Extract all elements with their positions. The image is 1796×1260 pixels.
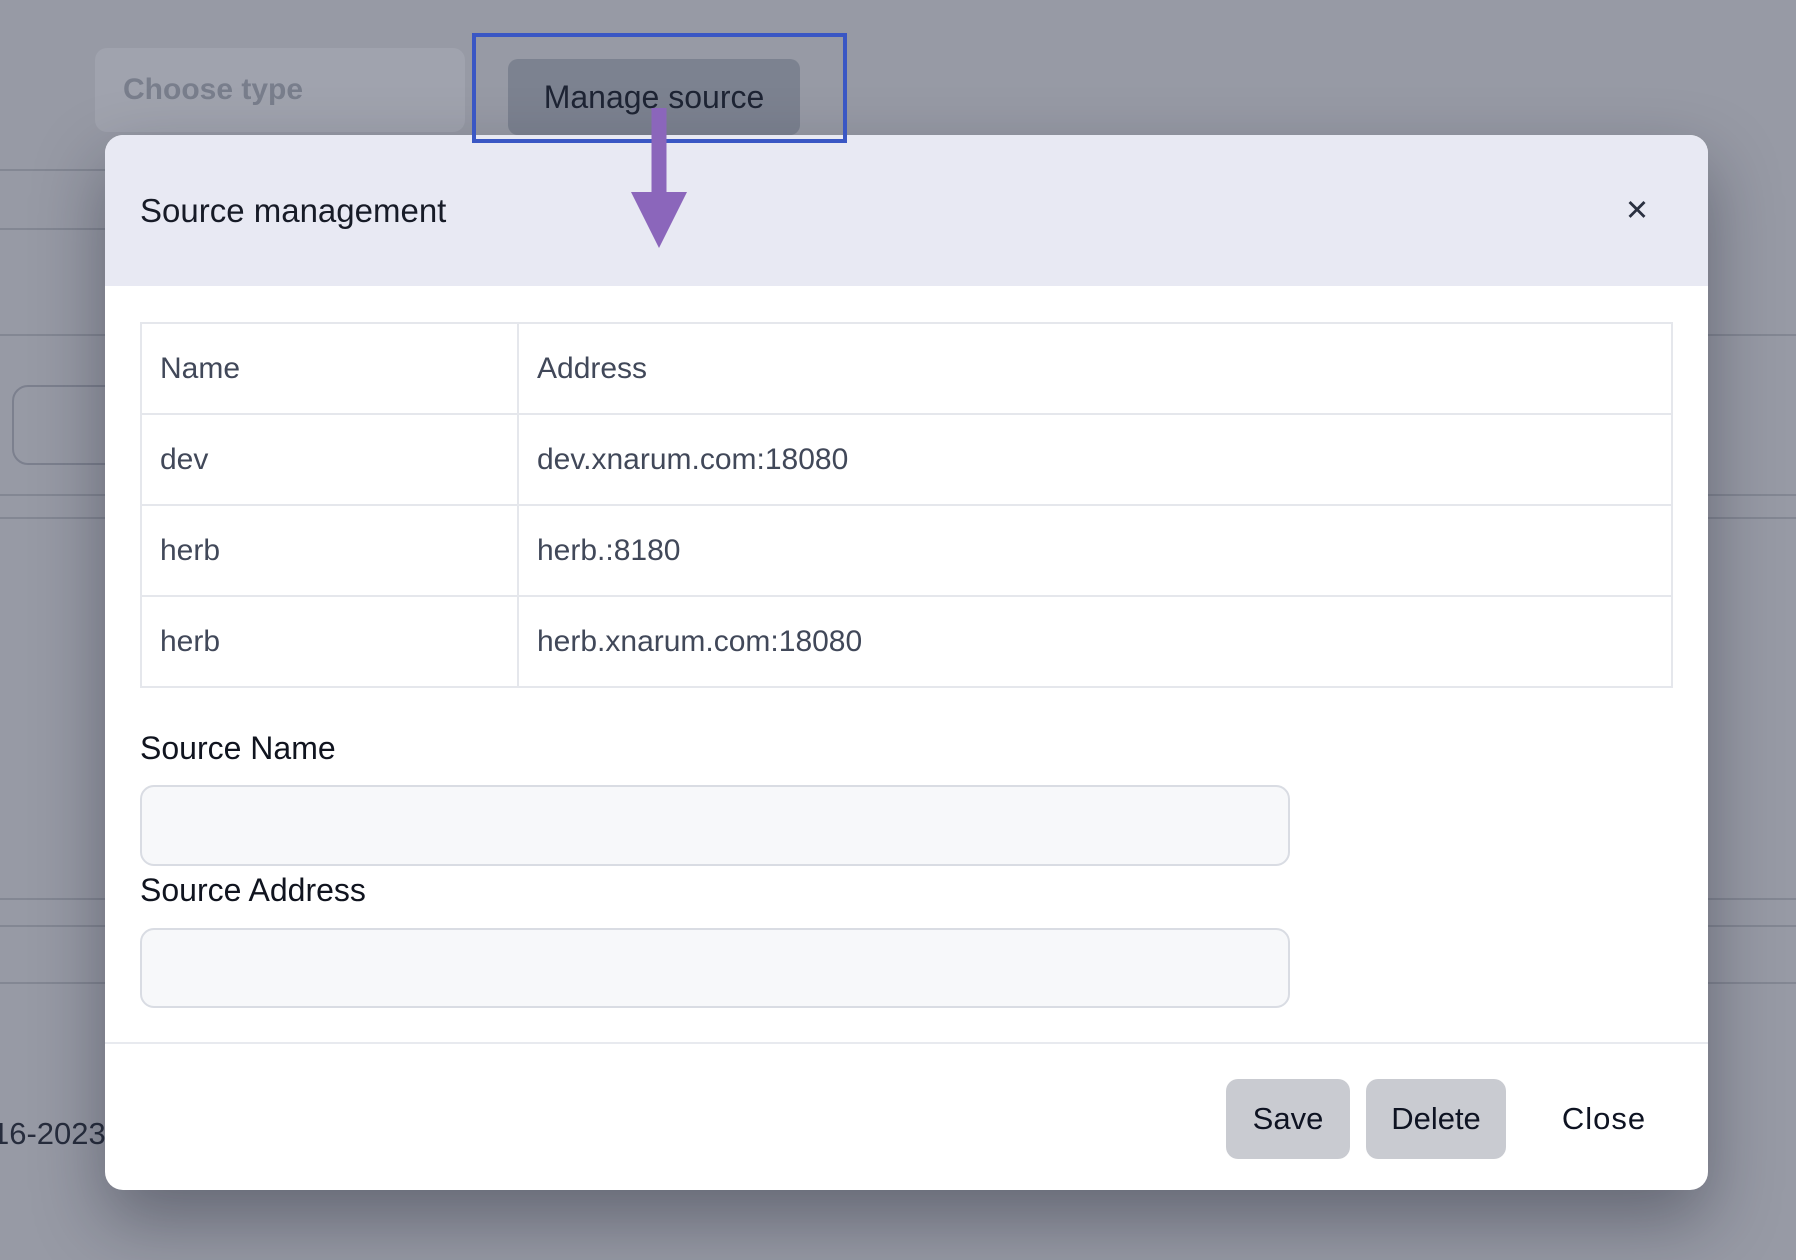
cell-source-name[interactable]: herb [140, 595, 519, 688]
cell-source-address[interactable]: herb.:8180 [517, 504, 1673, 597]
cell-source-address[interactable]: herb.xnarum.com:18080 [517, 595, 1673, 688]
table-row[interactable]: herb herb.:8180 [140, 504, 1673, 597]
close-button-label: Close [1561, 1101, 1647, 1136]
table-header-row: Name Address [140, 322, 1673, 415]
source-address-input[interactable] [140, 928, 1290, 1008]
manage-source-label: Manage source [543, 78, 765, 115]
modal-title: Source management [140, 191, 447, 229]
sources-table: Name Address dev dev.xnarum.com:18080 he… [140, 322, 1673, 688]
source-address-label: Source Address [140, 872, 366, 908]
table-row[interactable]: herb herb.xnarum.com:18080 [140, 595, 1673, 688]
cell-source-name[interactable]: dev [140, 413, 519, 506]
partial-date-text: 16-2023 [0, 1116, 106, 1151]
close-button[interactable]: Close [1545, 1079, 1663, 1159]
delete-button[interactable]: Delete [1366, 1079, 1506, 1159]
modal-header: Source management ✕ [105, 135, 1708, 286]
cell-source-address[interactable]: dev.xnarum.com:18080 [517, 413, 1673, 506]
background-divider [0, 169, 112, 171]
background-divider [0, 228, 112, 230]
cell-source-name[interactable]: herb [140, 504, 519, 597]
column-header-name: Name [140, 322, 519, 415]
save-button-label: Save [1252, 1101, 1324, 1136]
footer-divider [105, 1042, 1708, 1044]
source-name-label: Source Name [140, 730, 336, 766]
close-icon[interactable]: ✕ [1614, 135, 1660, 286]
source-management-modal: Source management ✕ Name Address dev dev… [105, 135, 1708, 1190]
column-header-address: Address [517, 322, 1673, 415]
choose-type-placeholder: Choose type [123, 73, 304, 106]
table-row[interactable]: dev dev.xnarum.com:18080 [140, 413, 1673, 506]
choose-type-select[interactable]: Choose type [95, 48, 465, 132]
source-name-input[interactable] [140, 785, 1290, 866]
save-button[interactable]: Save [1226, 1079, 1350, 1159]
delete-button-label: Delete [1391, 1101, 1481, 1136]
manage-source-button[interactable]: Manage source [508, 59, 800, 135]
